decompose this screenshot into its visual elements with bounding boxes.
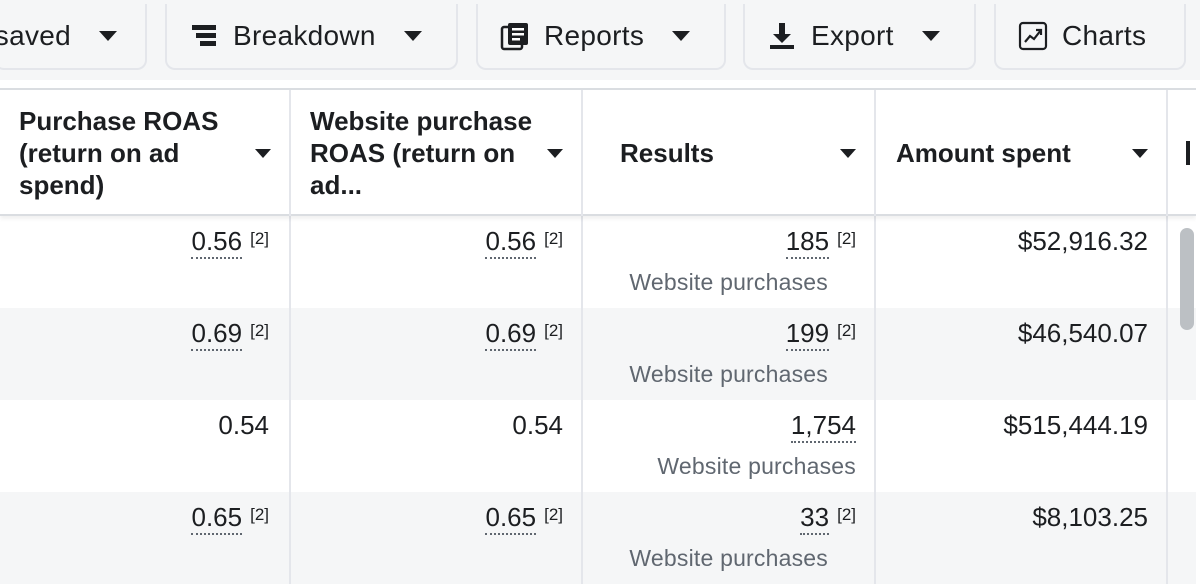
- amount-spent-value: $515,444.19: [1003, 410, 1148, 440]
- purchase-roas-cell: 0.65 [2]: [0, 492, 291, 584]
- amount-spent-cell: $52,916.32: [876, 216, 1168, 308]
- download-icon: [767, 21, 797, 51]
- website-roas-value[interactable]: 0.69: [485, 318, 537, 351]
- amount-spent-cell: $515,444.19: [876, 400, 1168, 492]
- chevron-down-icon: [99, 31, 117, 41]
- results-type: Website purchases: [629, 361, 828, 387]
- website-roas-cell: 0.54: [291, 400, 583, 492]
- purchase-roas-cell: 0.56 [2]: [0, 216, 291, 308]
- purchase-roas-value[interactable]: 0.69: [191, 318, 243, 351]
- table-row[interactable]: 0.54 0.54 1,754 Website purchases $515,4…: [0, 400, 1196, 492]
- chart-icon: [1018, 21, 1048, 51]
- sort-caret-icon[interactable]: [840, 148, 856, 158]
- reports-label: Reports: [544, 20, 645, 51]
- saved-label: saved: [0, 20, 71, 51]
- amount-spent-value: $46,540.07: [1017, 318, 1148, 348]
- website-roas-value[interactable]: 0.56: [485, 226, 537, 259]
- footnote-marker: [2]: [250, 505, 269, 524]
- column-header-label: Amount spent: [896, 138, 1071, 168]
- vertical-scrollbar[interactable]: [1180, 228, 1194, 330]
- purchase-roas-value: 0.54: [218, 410, 269, 440]
- breakdown-button[interactable]: Breakdown: [165, 4, 458, 70]
- toolbar: saved Breakdown Reports Export Charts: [0, 0, 1200, 80]
- breakdown-icon: [189, 21, 219, 51]
- website-roas-cell: 0.65 [2]: [291, 492, 583, 584]
- breakdown-label: Breakdown: [233, 20, 376, 51]
- amount-spent-value: $8,103.25: [1032, 502, 1148, 532]
- column-header-purchase-roas[interactable]: Purchase ROAS (return on ad spend): [0, 90, 291, 216]
- chevron-down-icon: [921, 31, 940, 41]
- chevron-down-icon: [672, 31, 691, 41]
- column-header-label: Purchase ROAS (return on ad spend): [19, 106, 219, 200]
- sort-caret-icon[interactable]: [255, 148, 271, 158]
- results-cell: 33 [2] Website purchases: [583, 492, 876, 584]
- results-value[interactable]: 33: [800, 502, 830, 535]
- footnote-marker: [2]: [250, 321, 269, 340]
- results-type: Website purchases: [657, 453, 856, 479]
- results-cell: 1,754 Website purchases: [583, 400, 876, 492]
- results-type: Website purchases: [629, 545, 828, 571]
- amount-spent-value: $52,916.32: [1017, 226, 1148, 256]
- purchase-roas-value[interactable]: 0.65: [191, 502, 243, 535]
- results-cell: 199 [2] Website purchases: [583, 308, 876, 400]
- charts-label: Charts: [1062, 20, 1147, 51]
- footnote-marker: [2]: [544, 321, 563, 340]
- footnote-marker: [2]: [837, 229, 856, 248]
- table-row[interactable]: 0.69 [2] 0.69 [2] 199 [2] Website purchases…: [0, 308, 1196, 400]
- results-table: Purchase ROAS (return on ad spend) Websi…: [0, 88, 1196, 584]
- sort-caret-icon[interactable]: [547, 148, 563, 158]
- column-header-next[interactable]: [1168, 90, 1196, 216]
- saved-dropdown-button[interactable]: saved: [0, 4, 147, 70]
- column-header-label: Website purchase ROAS (return on ad...: [310, 106, 533, 200]
- table-header-row: Purchase ROAS (return on ad spend) Websi…: [0, 88, 1196, 216]
- results-value[interactable]: 199: [785, 318, 830, 351]
- chevron-down-icon: [403, 31, 422, 41]
- results-type: Website purchases: [629, 269, 828, 295]
- purchase-roas-value[interactable]: 0.56: [191, 226, 243, 259]
- footnote-marker: [2]: [544, 505, 563, 524]
- sort-caret-icon[interactable]: [1132, 148, 1148, 158]
- amount-spent-cell: $8,103.25: [876, 492, 1168, 584]
- column-header-partial: [1186, 141, 1190, 165]
- footnote-marker: [2]: [837, 321, 856, 340]
- website-roas-cell: 0.56 [2]: [291, 216, 583, 308]
- results-value[interactable]: 1,754: [790, 410, 856, 443]
- table-row[interactable]: 0.56 [2] 0.56 [2] 185 [2] Website purchases…: [0, 216, 1196, 308]
- column-header-amount-spent[interactable]: Amount spent: [876, 90, 1168, 216]
- charts-button[interactable]: Charts: [994, 4, 1186, 70]
- export-label: Export: [811, 20, 894, 51]
- footnote-marker: [2]: [837, 505, 856, 524]
- column-header-label: Results: [620, 138, 714, 168]
- reports-button[interactable]: Reports: [476, 4, 726, 70]
- export-button[interactable]: Export: [743, 4, 976, 70]
- column-header-website-purchase-roas[interactable]: Website purchase ROAS (return on ad...: [291, 90, 583, 216]
- footnote-marker: [2]: [544, 229, 563, 248]
- purchase-roas-cell: 0.69 [2]: [0, 308, 291, 400]
- column-header-results[interactable]: Results: [583, 90, 876, 216]
- results-value[interactable]: 185: [785, 226, 830, 259]
- next-column-cell: [1168, 492, 1196, 584]
- purchase-roas-cell: 0.54: [0, 400, 291, 492]
- amount-spent-cell: $46,540.07: [876, 308, 1168, 400]
- results-cell: 185 [2] Website purchases: [583, 216, 876, 308]
- table-row[interactable]: 0.65 [2] 0.65 [2] 33 [2] Website purchases …: [0, 492, 1196, 584]
- footnote-marker: [2]: [250, 229, 269, 248]
- website-roas-value: 0.54: [512, 410, 563, 440]
- reports-icon: [500, 21, 530, 51]
- website-roas-cell: 0.69 [2]: [291, 308, 583, 400]
- website-roas-value[interactable]: 0.65: [485, 502, 537, 535]
- next-column-cell: [1168, 400, 1196, 492]
